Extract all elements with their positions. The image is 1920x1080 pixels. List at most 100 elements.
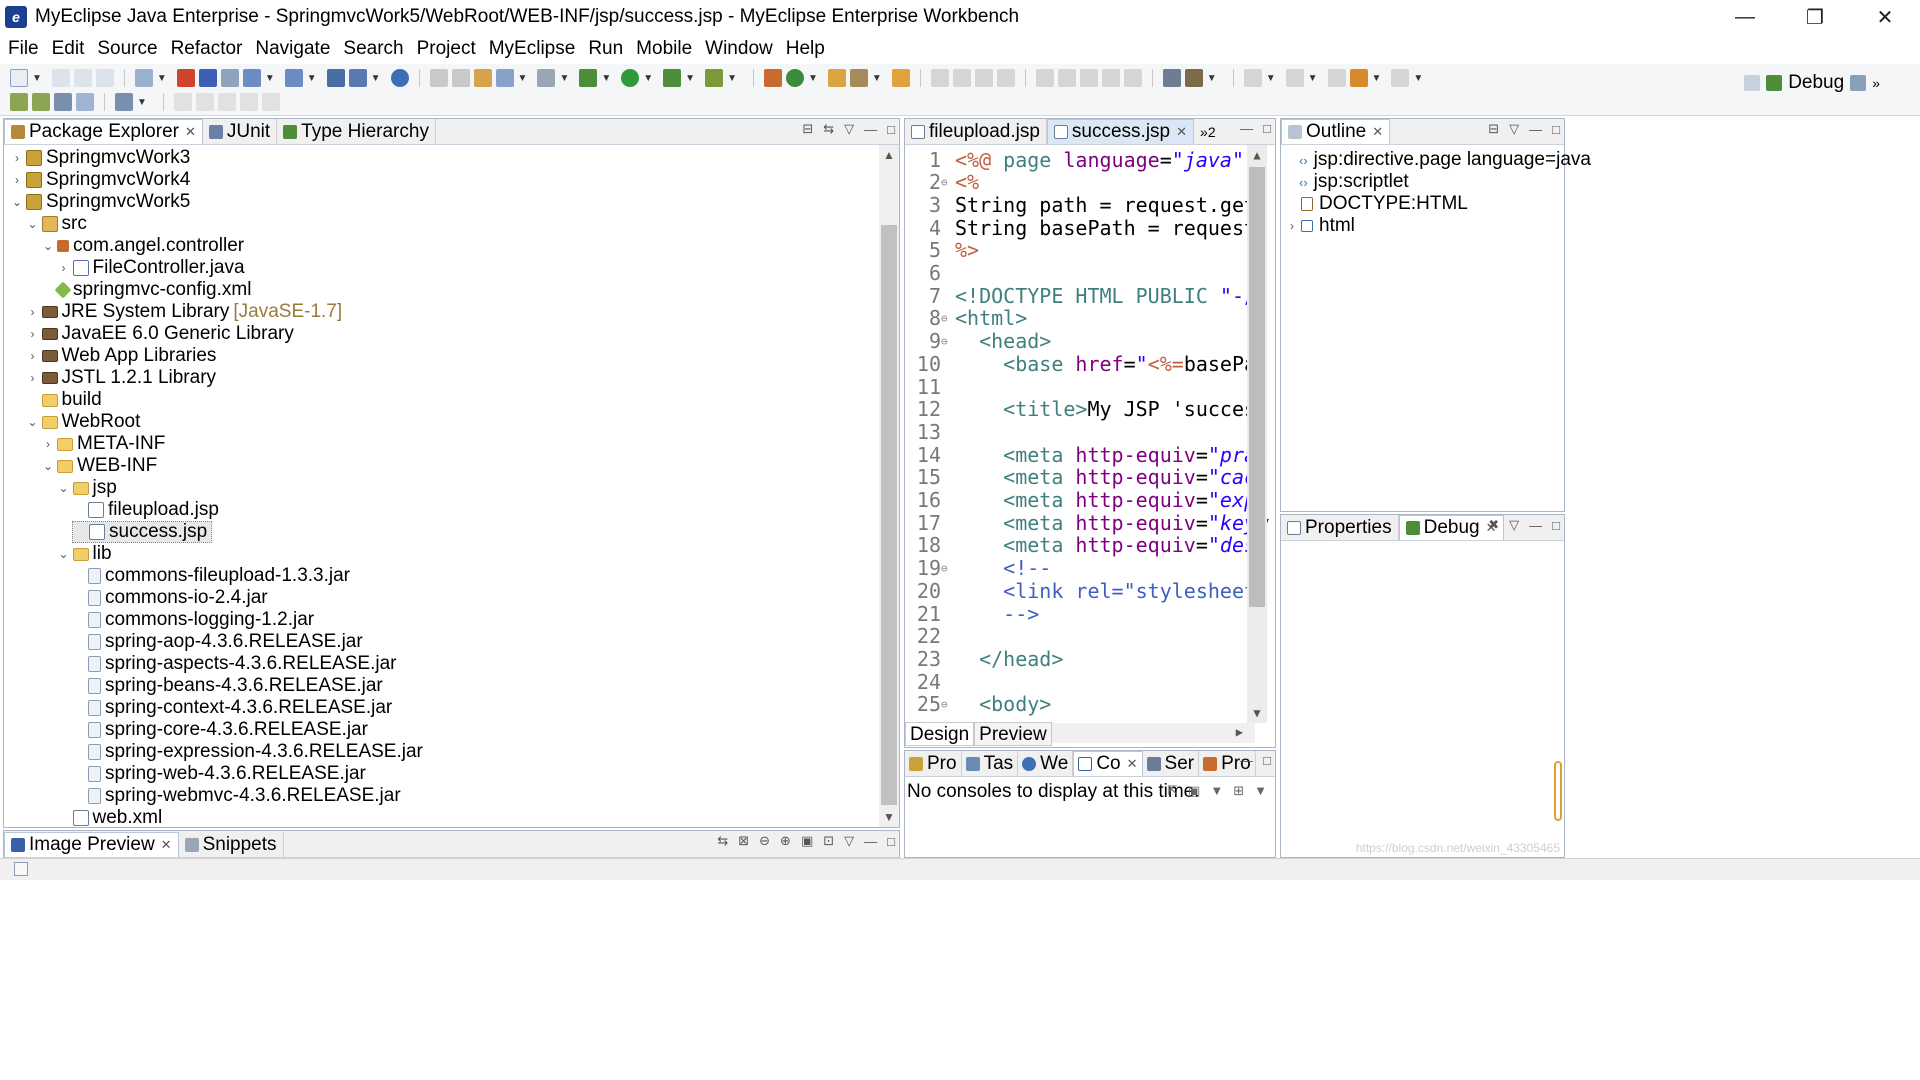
chevron-down-icon[interactable]: ▼	[157, 73, 167, 84]
tab-properties[interactable]: Properties	[1281, 515, 1399, 540]
tree-item[interactable]: commons-fileupload-1.3.3.jar	[72, 565, 350, 587]
code-line[interactable]: 13	[905, 420, 955, 444]
deploy-icon[interactable]	[198, 69, 217, 87]
minimize-view-icon[interactable]: —	[1529, 518, 1542, 533]
chevron-down-icon[interactable]: ▼	[1308, 73, 1318, 84]
code-line[interactable]: 25 ⊖ <body>	[905, 692, 1051, 716]
code-line[interactable]: 19 ⊖ <!--	[905, 556, 1051, 580]
tree-item[interactable]: ⌄ WebRoot	[26, 411, 140, 433]
tree-item[interactable]: web.xml	[57, 807, 162, 829]
open-folder-icon[interactable]	[827, 69, 846, 87]
browser-icon[interactable]	[220, 69, 239, 87]
save-icon[interactable]	[51, 69, 70, 87]
menu-navigate[interactable]: Navigate	[251, 38, 334, 60]
save-all-icon[interactable]	[73, 69, 92, 87]
chevron-down-icon[interactable]: ▼	[601, 73, 611, 84]
tree-item[interactable]: spring-webmvc-4.3.6.RELEASE.jar	[72, 785, 401, 807]
minimize-view-icon[interactable]: —	[1529, 122, 1542, 137]
brush-icon[interactable]	[1184, 69, 1203, 87]
disabled-icon[interactable]	[429, 69, 448, 87]
remove-all-icon[interactable]: ✖	[1488, 517, 1499, 533]
chevron-right-icon[interactable]: ›	[10, 173, 24, 187]
chevron-right-icon[interactable]: ›	[26, 305, 40, 319]
chevron-right-icon[interactable]: ›	[26, 327, 40, 341]
chevron-down-icon[interactable]: ▼	[137, 97, 147, 108]
tab-snippets[interactable]: Snippets	[179, 832, 284, 857]
chevron-down-icon[interactable]: ▼	[685, 73, 695, 84]
scroll-up-icon[interactable]: ▲	[879, 145, 899, 165]
more-editors-chevron[interactable]: »2	[1194, 119, 1222, 144]
tree-item[interactable]: spring-beans-4.3.6.RELEASE.jar	[72, 675, 383, 697]
maximize-view-icon[interactable]: □	[1552, 122, 1560, 137]
chevron-down-icon[interactable]: ▼	[1207, 73, 1217, 84]
view-menu-icon[interactable]: ▽	[844, 121, 854, 137]
open-console-icon[interactable]: ⊞	[1233, 783, 1244, 799]
outline-item[interactable]: DOCTYPE:HTML	[1285, 193, 1468, 215]
tab-package-explorer[interactable]: Package Explorer ✕	[4, 119, 203, 144]
tree-item[interactable]: spring-aop-4.3.6.RELEASE.jar	[72, 631, 363, 653]
scrollbar-thumb[interactable]	[881, 225, 897, 805]
server-icon[interactable]	[242, 69, 261, 87]
maximize-view-icon[interactable]: □	[1263, 753, 1271, 768]
chevron-right-icon[interactable]: »	[1872, 75, 1880, 91]
menu-mobile[interactable]: Mobile	[632, 38, 696, 60]
step-into-icon[interactable]	[1035, 69, 1054, 87]
resize-handle[interactable]	[1554, 761, 1562, 821]
chevron-down-icon[interactable]: ▼	[1254, 783, 1267, 799]
tree-item[interactable]: ⌄ com.angel.controller	[41, 235, 244, 257]
italic-icon[interactable]	[217, 93, 236, 111]
code-line[interactable]: 5 %>	[905, 238, 979, 262]
close-button[interactable]: ✕	[1850, 0, 1920, 34]
chevron-down-icon[interactable]: ⌄	[10, 195, 24, 209]
chevron-down-icon[interactable]: ▼	[32, 73, 42, 84]
chevron-down-icon[interactable]: ⌄	[41, 239, 55, 253]
close-icon[interactable]: ✕	[1372, 124, 1383, 140]
tree-item[interactable]: › Web App Libraries	[26, 345, 217, 367]
view-menu-icon[interactable]: ▽	[844, 833, 854, 849]
resume-icon[interactable]	[930, 69, 949, 87]
chevron-down-icon[interactable]: ⌄	[26, 217, 40, 231]
step-over-icon[interactable]	[1057, 69, 1076, 87]
fold-toggle-icon[interactable]: ⊖	[941, 312, 953, 325]
new-server-icon[interactable]	[134, 69, 153, 87]
tab-console[interactable]: Co ✕	[1073, 751, 1143, 776]
code-line[interactable]: 15 <meta http-equiv="cach	[905, 465, 1268, 489]
code-line[interactable]: 14 <meta http-equiv="prag	[905, 443, 1268, 467]
menu-help[interactable]: Help	[782, 38, 829, 60]
code-line[interactable]: 4 String basePath = request.	[905, 216, 1268, 240]
minimize-view-icon[interactable]: —	[864, 122, 877, 137]
chevron-down-icon[interactable]: ▼	[727, 73, 737, 84]
open-perspective-icon[interactable]	[1162, 69, 1181, 87]
tab-design[interactable]: Design	[905, 722, 975, 746]
maximize-view-icon[interactable]: □	[887, 834, 895, 849]
collapse-all-icon[interactable]: ⊟	[802, 121, 813, 137]
refresh-icon[interactable]: ⇆	[717, 833, 728, 849]
tree-item[interactable]: build	[26, 389, 102, 411]
menu-project[interactable]: Project	[413, 38, 480, 60]
search-icon[interactable]	[495, 69, 514, 87]
image-icon[interactable]	[54, 93, 72, 111]
code-line[interactable]: 23 </head>	[905, 647, 1063, 671]
disabled-icon[interactable]	[451, 69, 470, 87]
minimize-view-icon[interactable]: —	[1240, 121, 1253, 136]
suspend-icon[interactable]	[952, 69, 971, 87]
tree-item[interactable]: › SpringmvcWork4	[10, 169, 190, 191]
scroll-right-icon[interactable]: ▶	[1236, 725, 1243, 739]
code-line[interactable]: 20 <link rel="stylesheet"	[905, 579, 1268, 603]
layout-icon[interactable]	[10, 93, 28, 111]
tab-problems[interactable]: Pro	[905, 751, 962, 776]
code-line[interactable]: 3 String path = request.getC	[905, 193, 1268, 217]
chevron-down-icon[interactable]: ⌄	[57, 547, 71, 561]
run-icon[interactable]	[621, 69, 640, 87]
tree-item[interactable]: commons-logging-1.2.jar	[72, 609, 314, 631]
scrollbar-thumb[interactable]	[1249, 167, 1265, 607]
tab-web-browser[interactable]: We	[1018, 751, 1074, 776]
open-type-icon[interactable]	[473, 69, 492, 87]
perspective-switcher[interactable]: Debug »	[1744, 72, 1880, 94]
actual-size-icon[interactable]: ▣	[801, 833, 813, 849]
scroll-down-icon[interactable]: ▼	[879, 807, 899, 827]
code-line[interactable]: 1 <%@ page language="java" i	[905, 148, 1268, 172]
terminate-icon[interactable]	[974, 69, 993, 87]
scroll-down-icon[interactable]: ▼	[1247, 703, 1267, 723]
underline-icon[interactable]	[173, 93, 192, 111]
